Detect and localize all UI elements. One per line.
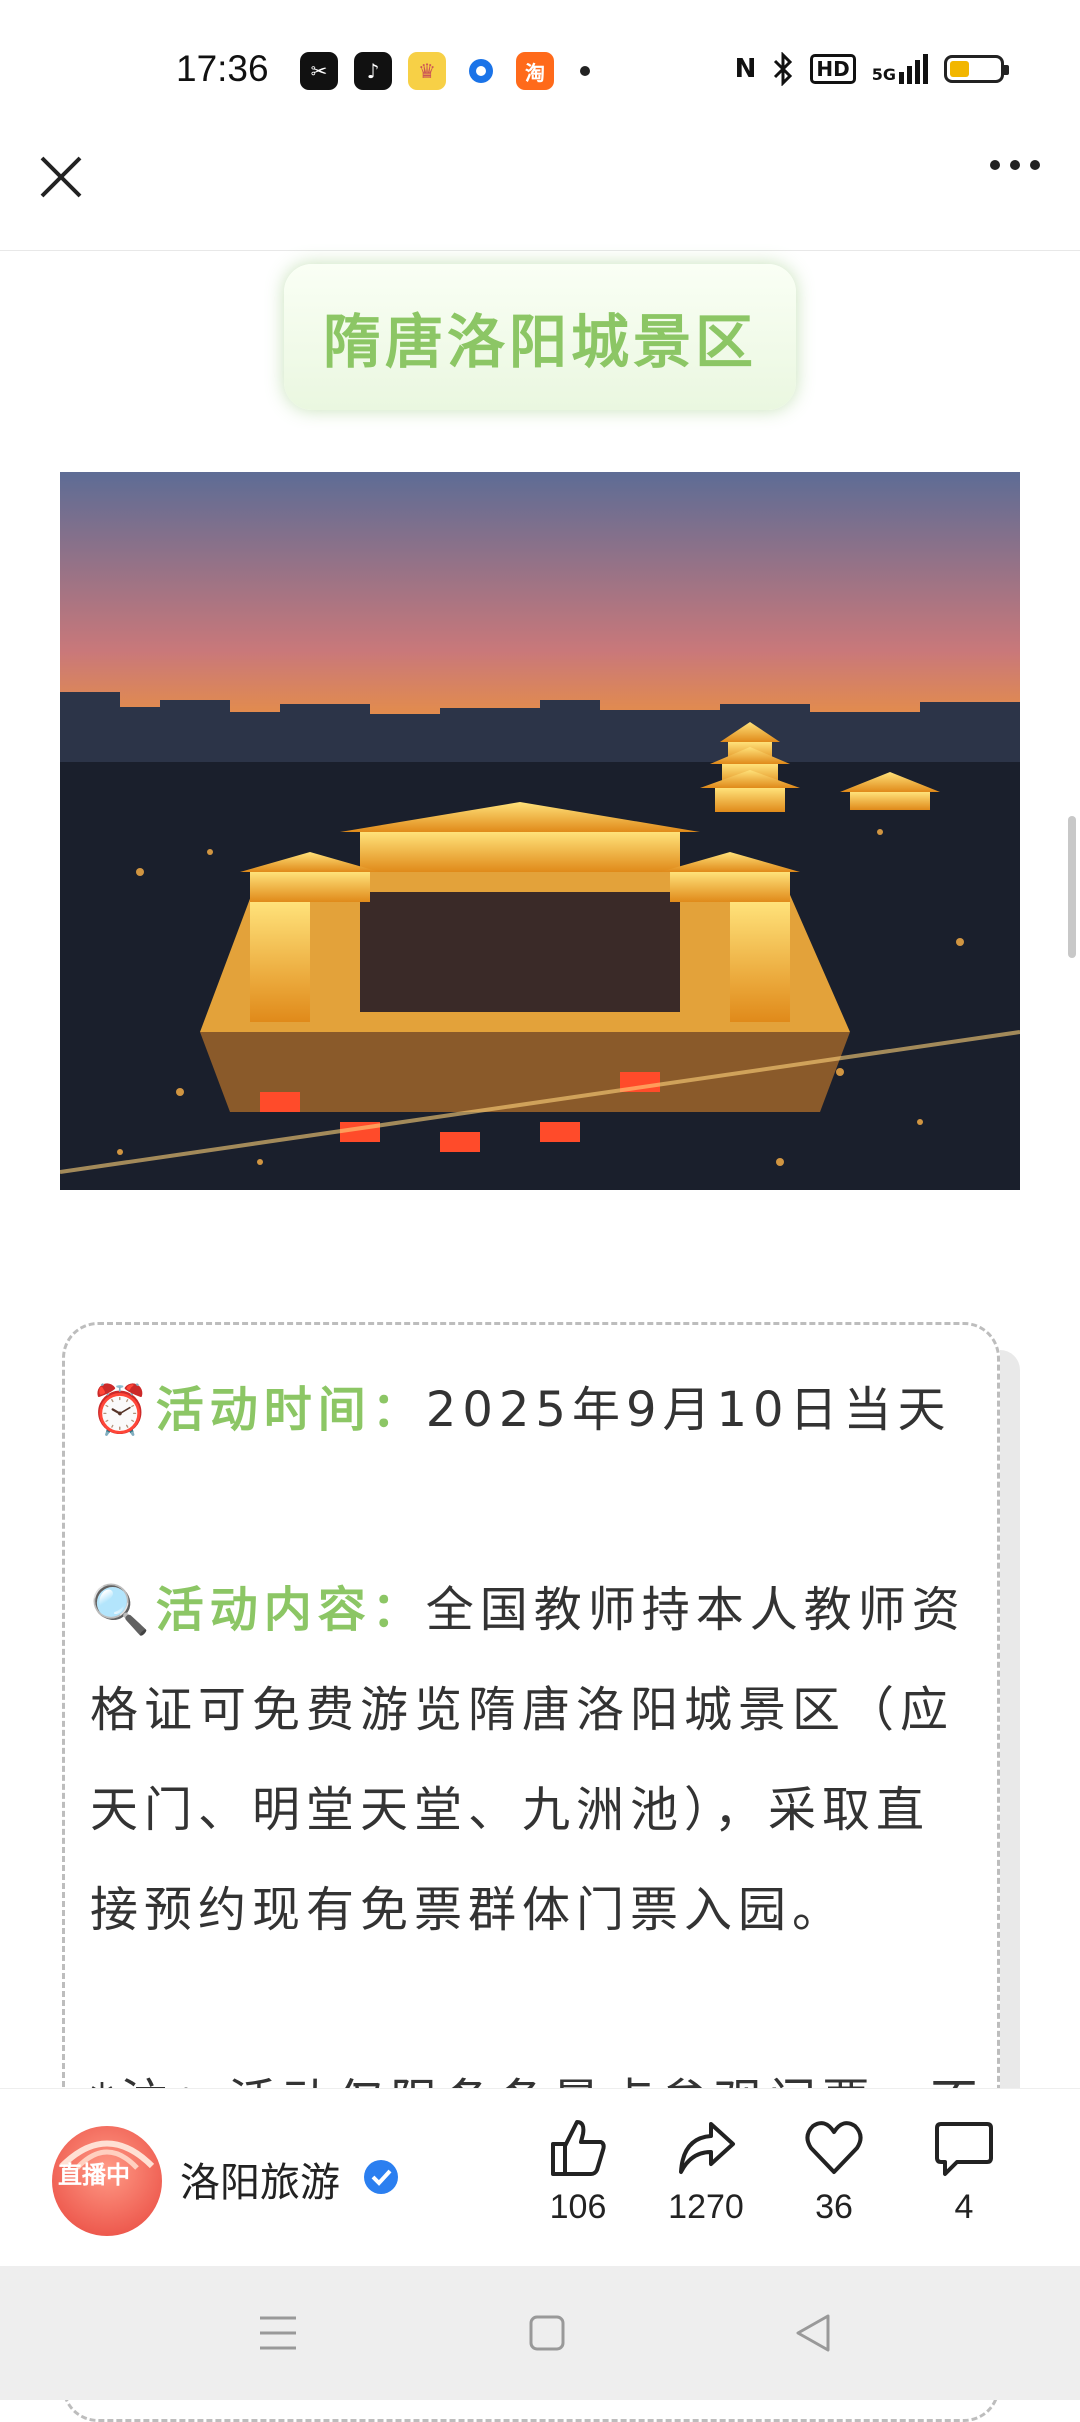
home-icon[interactable] — [528, 2314, 566, 2352]
author-name[interactable]: 洛阳旅游 — [180, 2150, 340, 2208]
more-options-icon[interactable] — [990, 160, 1040, 170]
hd-icon: HD — [810, 54, 856, 84]
status-time: 17:36 — [176, 48, 269, 89]
comment-icon — [935, 2122, 993, 2176]
alarm-clock-icon: ⏰ — [90, 1382, 156, 1438]
thumbs-up-icon — [551, 2120, 606, 2176]
live-badge: 直播中 — [58, 2161, 130, 2189]
activity-time-value: 2025年9月10日当天 — [425, 1382, 952, 1438]
activity-time-label: 活动时间： — [155, 1382, 426, 1438]
heart-icon — [805, 2121, 863, 2174]
scenic-area-photo[interactable] — [60, 472, 1020, 1190]
capcut-icon: ✂ — [300, 52, 338, 90]
content-line-4: 接预约现有免票群体门票入园。 — [90, 1882, 847, 1938]
scrollbar[interactable] — [1068, 816, 1076, 958]
section-title-box: 隋唐洛阳城景区 — [284, 264, 796, 410]
magnifier-icon: 🔍 — [90, 1582, 156, 1638]
battery-icon — [944, 55, 1009, 83]
share-icon — [679, 2122, 735, 2174]
top-navigation — [0, 140, 1080, 251]
bluetooth-icon — [774, 52, 793, 86]
activity-time-row: ⏰活动时间：2025年9月10日当天 — [90, 1370, 952, 1440]
content-line-1: 全国教师持本人教师资 — [425, 1582, 966, 1638]
activity-content-label: 活动内容： — [155, 1582, 426, 1638]
activity-content-row: 🔍活动内容：全国教师持本人教师资 — [90, 1570, 966, 1640]
content-line-3: 天门、明堂天堂、九洲池），采取直 — [90, 1782, 931, 1838]
favorite-count: 36 — [815, 2188, 853, 2226]
more-notifications-dot — [580, 66, 590, 76]
comment-button[interactable]: 4 — [904, 2118, 1024, 2227]
share-button[interactable]: 1270 — [646, 2118, 766, 2227]
tiktok-icon: ♪ — [354, 52, 392, 90]
notification-icons: ✂ ♪ ♛ 淘 — [300, 52, 590, 90]
nfc-icon: N — [734, 54, 757, 84]
close-icon[interactable] — [36, 152, 86, 202]
back-icon[interactable] — [794, 2312, 832, 2354]
verified-badge-icon — [364, 2160, 398, 2194]
game-icon: ♛ — [408, 52, 446, 90]
taobao-icon: 淘 — [516, 52, 554, 90]
browser-icon — [462, 52, 500, 90]
section-title: 隋唐洛阳城景区 — [322, 308, 757, 376]
share-count: 1270 — [668, 2188, 744, 2226]
system-navigation-bar — [0, 2266, 1080, 2400]
favorite-button[interactable]: 36 — [774, 2118, 894, 2227]
comment-count: 4 — [954, 2188, 974, 2226]
content-line-2: 格证可免费游览隋唐洛阳城景区（应 — [90, 1682, 955, 1738]
like-button[interactable]: 106 — [518, 2118, 638, 2227]
author-avatar[interactable]: 直播中 — [52, 2126, 162, 2236]
system-indicators: N HD 5G — [734, 52, 1009, 86]
status-bar: 17:36 ✂ ♪ ♛ 淘 N HD 5G — [0, 0, 1080, 140]
menu-icon[interactable] — [258, 2314, 298, 2352]
signal-icon: 5G — [872, 54, 928, 84]
like-count: 106 — [549, 2188, 607, 2226]
